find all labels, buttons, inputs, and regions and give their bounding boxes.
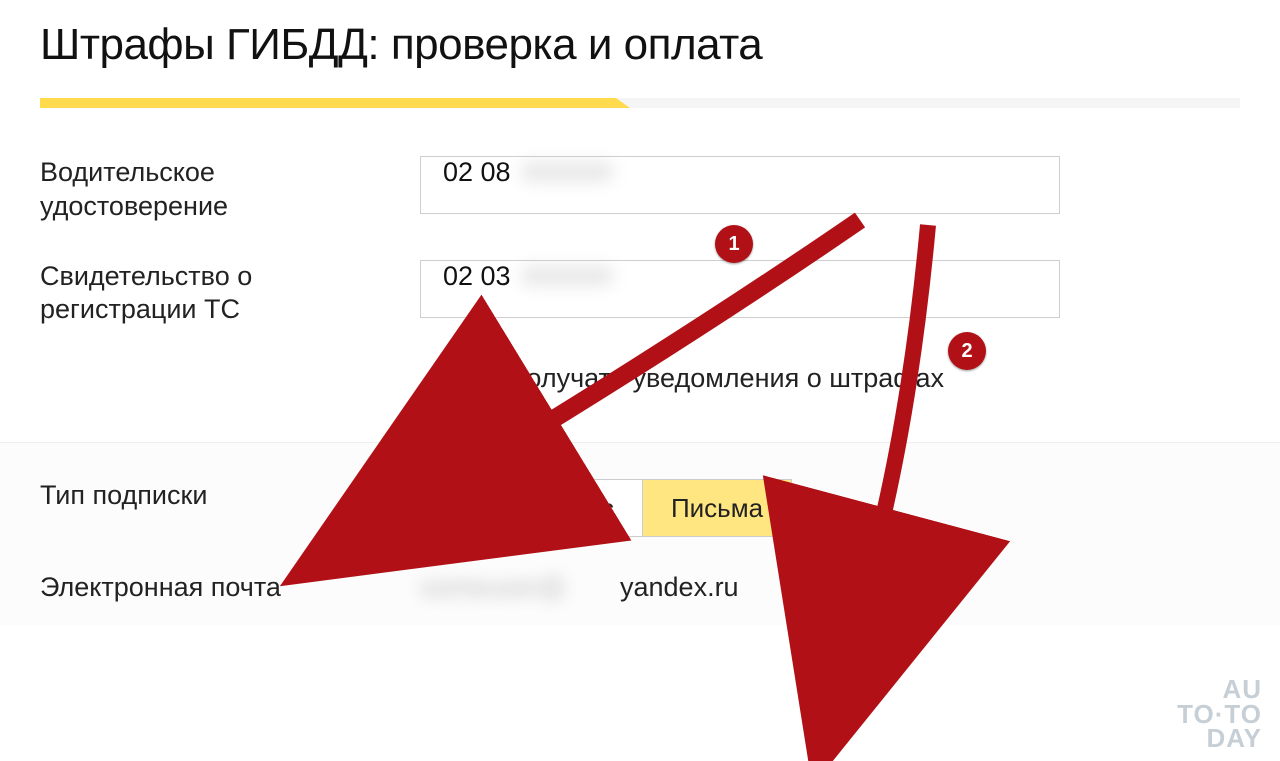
- watermark-l1: AU: [1177, 677, 1262, 702]
- watermark: AU TO·TO DAY: [1177, 677, 1262, 751]
- watermark-l3: DAY: [1177, 726, 1262, 751]
- annotation-arrow-2: [0, 0, 1280, 761]
